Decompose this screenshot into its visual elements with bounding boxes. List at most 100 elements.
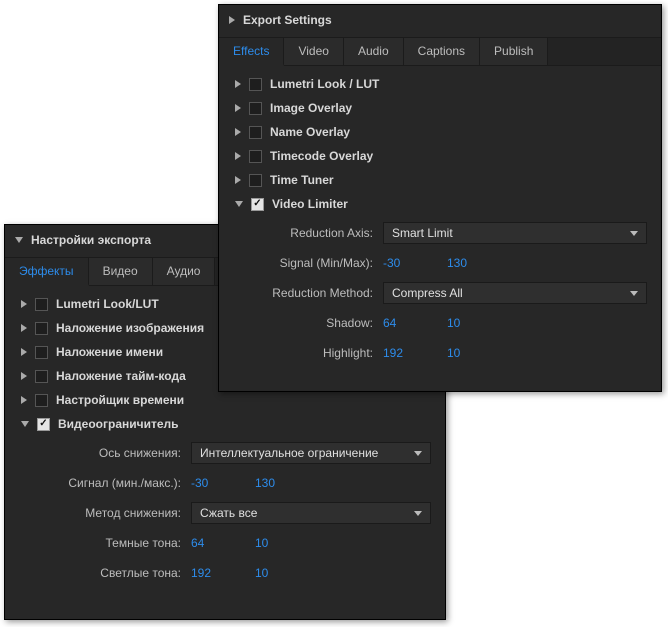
param-label: Highlight: bbox=[255, 346, 373, 360]
param-shadow: Темные тона: 64 10 bbox=[41, 528, 439, 558]
effect-label: Наложение изображения bbox=[56, 321, 204, 335]
param-label: Ось снижения: bbox=[41, 446, 181, 460]
effect-row[interactable]: Video Limiter bbox=[225, 192, 655, 216]
chevron-right-icon bbox=[21, 396, 27, 404]
reduction-method-dropdown[interactable]: Сжать все bbox=[191, 502, 431, 524]
effect-label: Наложение имени bbox=[56, 345, 163, 359]
checkbox[interactable] bbox=[249, 174, 262, 187]
param-reduction-method: Reduction Method: Compress All bbox=[255, 278, 655, 308]
dropdown-value: Интеллектуальное ограничение bbox=[200, 446, 378, 460]
param-reduction-axis: Ось снижения: Интеллектуальное ограничен… bbox=[41, 438, 439, 468]
chevron-right-icon bbox=[21, 348, 27, 356]
tab-captions[interactable]: Captions bbox=[404, 38, 480, 65]
param-label: Reduction Method: bbox=[255, 286, 373, 300]
chevron-down-icon bbox=[414, 511, 422, 516]
section-title: Настройки экспорта bbox=[31, 233, 151, 247]
checkbox[interactable] bbox=[35, 370, 48, 383]
chevron-down-icon bbox=[630, 291, 638, 296]
effect-row[interactable]: Timecode Overlay bbox=[225, 144, 655, 168]
param-reduction-axis: Reduction Axis: Smart Limit bbox=[255, 218, 655, 248]
chevron-down-icon bbox=[15, 237, 23, 243]
highlight-a[interactable]: 192 bbox=[383, 346, 419, 360]
param-reduction-method: Метод снижения: Сжать все bbox=[41, 498, 439, 528]
param-highlight: Светлые тона: 192 10 bbox=[41, 558, 439, 588]
effect-label: Lumetri Look / LUT bbox=[270, 77, 379, 91]
reduction-method-dropdown[interactable]: Compress All bbox=[383, 282, 647, 304]
effect-label: Video Limiter bbox=[272, 197, 348, 211]
effect-label: Time Tuner bbox=[270, 173, 334, 187]
effect-label: Timecode Overlay bbox=[270, 149, 373, 163]
chevron-right-icon bbox=[235, 152, 241, 160]
highlight-b[interactable]: 10 bbox=[447, 346, 483, 360]
checkbox[interactable] bbox=[35, 394, 48, 407]
effect-label: Видеоограничитель bbox=[58, 417, 179, 431]
chevron-right-icon bbox=[235, 176, 241, 184]
video-limiter-params: Reduction Axis: Smart Limit Signal (Min/… bbox=[225, 216, 655, 372]
signal-max[interactable]: 130 bbox=[255, 476, 291, 490]
tab-audio[interactable]: Audio bbox=[344, 38, 404, 65]
param-label: Shadow: bbox=[255, 316, 373, 330]
param-label: Темные тона: bbox=[41, 536, 181, 550]
param-label: Reduction Axis: bbox=[255, 226, 373, 240]
effect-label: Lumetri Look/LUT bbox=[56, 297, 159, 311]
shadow-a[interactable]: 64 bbox=[383, 316, 419, 330]
effect-row[interactable]: Time Tuner bbox=[225, 168, 655, 192]
chevron-down-icon bbox=[21, 421, 29, 427]
effect-row[interactable]: Lumetri Look / LUT bbox=[225, 72, 655, 96]
signal-max[interactable]: 130 bbox=[447, 256, 483, 270]
param-label: Метод снижения: bbox=[41, 506, 181, 520]
effect-row[interactable]: Image Overlay bbox=[225, 96, 655, 120]
effect-label: Настройщик времени bbox=[56, 393, 184, 407]
highlight-a[interactable]: 192 bbox=[191, 566, 227, 580]
video-limiter-params: Ось снижения: Интеллектуальное ограничен… bbox=[11, 436, 439, 592]
chevron-down-icon bbox=[235, 201, 243, 207]
checkbox[interactable] bbox=[37, 418, 50, 431]
shadow-b[interactable]: 10 bbox=[255, 536, 291, 550]
checkbox[interactable] bbox=[35, 298, 48, 311]
chevron-right-icon bbox=[229, 16, 235, 24]
effect-row[interactable]: Видеоограничитель bbox=[11, 412, 439, 436]
checkbox[interactable] bbox=[251, 198, 264, 211]
tab-effects[interactable]: Эффекты bbox=[5, 258, 89, 286]
param-label: Signal (Min/Max): bbox=[255, 256, 373, 270]
chevron-right-icon bbox=[21, 372, 27, 380]
tab-video[interactable]: Video bbox=[284, 38, 343, 65]
checkbox[interactable] bbox=[35, 346, 48, 359]
dropdown-value: Smart Limit bbox=[392, 226, 453, 240]
param-signal: Сигнал (мин./макс.): -30 130 bbox=[41, 468, 439, 498]
dropdown-value: Compress All bbox=[392, 286, 463, 300]
effects-list: Lumetri Look / LUT Image Overlay Name Ov… bbox=[219, 66, 661, 382]
param-label: Сигнал (мин./макс.): bbox=[41, 476, 181, 490]
checkbox[interactable] bbox=[249, 102, 262, 115]
export-settings-panel-en: Export Settings Effects Video Audio Capt… bbox=[218, 4, 662, 392]
section-header[interactable]: Export Settings bbox=[219, 5, 661, 38]
signal-min[interactable]: -30 bbox=[383, 256, 419, 270]
signal-min[interactable]: -30 bbox=[191, 476, 227, 490]
param-signal: Signal (Min/Max): -30 130 bbox=[255, 248, 655, 278]
tab-publish[interactable]: Publish bbox=[480, 38, 548, 65]
reduction-axis-dropdown[interactable]: Интеллектуальное ограничение bbox=[191, 442, 431, 464]
chevron-right-icon bbox=[21, 300, 27, 308]
chevron-right-icon bbox=[235, 128, 241, 136]
checkbox[interactable] bbox=[249, 126, 262, 139]
effect-label: Наложение тайм-кода bbox=[56, 369, 186, 383]
effect-label: Name Overlay bbox=[270, 125, 350, 139]
dropdown-value: Сжать все bbox=[200, 506, 257, 520]
chevron-right-icon bbox=[235, 80, 241, 88]
effect-label: Image Overlay bbox=[270, 101, 352, 115]
effect-row[interactable]: Name Overlay bbox=[225, 120, 655, 144]
tab-audio[interactable]: Аудио bbox=[153, 258, 216, 285]
tab-effects[interactable]: Effects bbox=[219, 38, 284, 66]
reduction-axis-dropdown[interactable]: Smart Limit bbox=[383, 222, 647, 244]
highlight-b[interactable]: 10 bbox=[255, 566, 291, 580]
chevron-down-icon bbox=[630, 231, 638, 236]
shadow-a[interactable]: 64 bbox=[191, 536, 227, 550]
shadow-b[interactable]: 10 bbox=[447, 316, 483, 330]
chevron-down-icon bbox=[414, 451, 422, 456]
tabs: Effects Video Audio Captions Publish bbox=[219, 38, 661, 66]
section-title: Export Settings bbox=[243, 13, 332, 27]
tab-video[interactable]: Видео bbox=[89, 258, 153, 285]
checkbox[interactable] bbox=[35, 322, 48, 335]
checkbox[interactable] bbox=[249, 78, 262, 91]
checkbox[interactable] bbox=[249, 150, 262, 163]
